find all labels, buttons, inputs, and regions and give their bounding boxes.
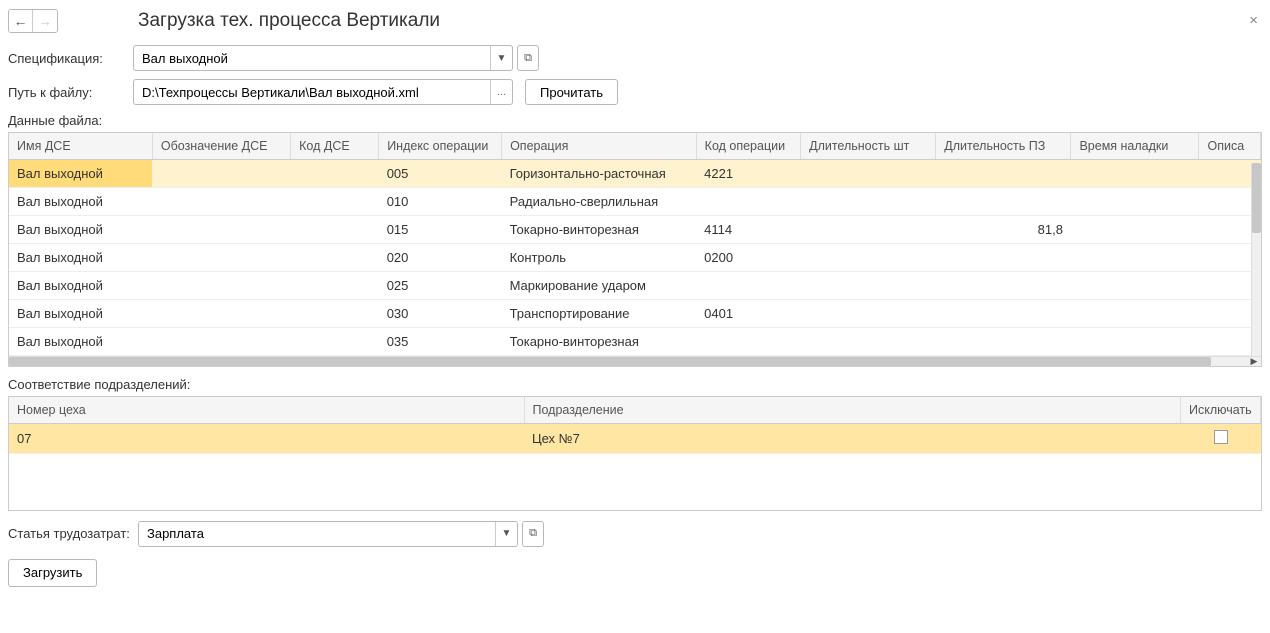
browse-icon[interactable]: … — [490, 80, 512, 104]
column-header[interactable]: Код операции — [696, 133, 800, 160]
open-external-icon[interactable]: ⧉ — [522, 521, 544, 547]
dropdown-icon[interactable]: ▼ — [490, 46, 512, 70]
spec-input-group: ▼ — [133, 45, 513, 71]
column-header[interactable]: Время наладки — [1071, 133, 1199, 160]
table-row[interactable]: Вал выходной015Токарно-винторезная411481… — [9, 216, 1261, 244]
table-row[interactable]: Вал выходной025Маркирование ударом — [9, 272, 1261, 300]
load-button[interactable]: Загрузить — [8, 559, 97, 587]
vertical-scrollbar[interactable] — [1251, 163, 1261, 356]
table-row[interactable]: Вал выходной035Токарно-винторезная — [9, 328, 1261, 356]
labor-input[interactable] — [139, 526, 495, 541]
dept-table: Номер цехаПодразделениеИсключать 07Цех №… — [8, 396, 1262, 511]
table-row[interactable]: 07Цех №7 — [9, 424, 1261, 454]
nav-buttons: ← → — [8, 9, 58, 33]
close-icon[interactable]: × — [1245, 8, 1262, 33]
back-button[interactable]: ← — [9, 10, 33, 32]
path-input-group: … — [133, 79, 513, 105]
column-header[interactable]: Операция — [502, 133, 697, 160]
column-header[interactable]: Длительность шт — [801, 133, 936, 160]
table-row[interactable]: Вал выходной030Транспортирование0401 — [9, 300, 1261, 328]
labor-label: Статья трудозатрат: — [8, 526, 138, 541]
file-data-label: Данные файла: — [8, 113, 1262, 128]
column-header[interactable]: Длительность ПЗ — [936, 133, 1071, 160]
table-header-row: Номер цехаПодразделениеИсключать — [9, 397, 1261, 424]
column-header[interactable]: Подразделение — [524, 397, 1181, 424]
read-button[interactable]: Прочитать — [525, 79, 618, 105]
path-input[interactable] — [134, 85, 490, 100]
table-row[interactable]: Вал выходной005Горизонтально-расточная42… — [9, 160, 1261, 188]
path-label: Путь к файлу: — [8, 85, 133, 100]
table-row[interactable]: Вал выходной020Контроль0200 — [9, 244, 1261, 272]
page-title: Загрузка тех. процесса Вертикали — [138, 10, 1245, 32]
spec-label: Спецификация: — [8, 51, 133, 66]
column-header[interactable]: Описа — [1199, 133, 1261, 160]
dropdown-icon[interactable]: ▼ — [495, 522, 517, 546]
table-header-row: Имя ДСЕОбозначение ДСЕКод ДСЕИндекс опер… — [9, 133, 1261, 160]
horizontal-scrollbar[interactable]: ▶ — [9, 356, 1261, 366]
table-row[interactable]: Вал выходной010Радиально-сверлильная — [9, 188, 1261, 216]
exclude-checkbox[interactable] — [1214, 430, 1228, 444]
column-header[interactable]: Имя ДСЕ — [9, 133, 152, 160]
file-data-table: Имя ДСЕОбозначение ДСЕКод ДСЕИндекс опер… — [8, 132, 1262, 367]
forward-button: → — [33, 10, 57, 32]
spec-input[interactable] — [134, 51, 490, 66]
scroll-right-icon[interactable]: ▶ — [1247, 357, 1261, 366]
column-header[interactable]: Индекс операции — [379, 133, 502, 160]
column-header[interactable]: Номер цеха — [9, 397, 524, 424]
column-header[interactable]: Код ДСЕ — [291, 133, 379, 160]
column-header[interactable]: Исключать — [1181, 397, 1261, 424]
column-header[interactable]: Обозначение ДСЕ — [152, 133, 290, 160]
open-external-icon[interactable]: ⧉ — [517, 45, 539, 71]
labor-input-group: ▼ — [138, 521, 518, 547]
dept-label: Соответствие подразделений: — [8, 377, 1262, 392]
